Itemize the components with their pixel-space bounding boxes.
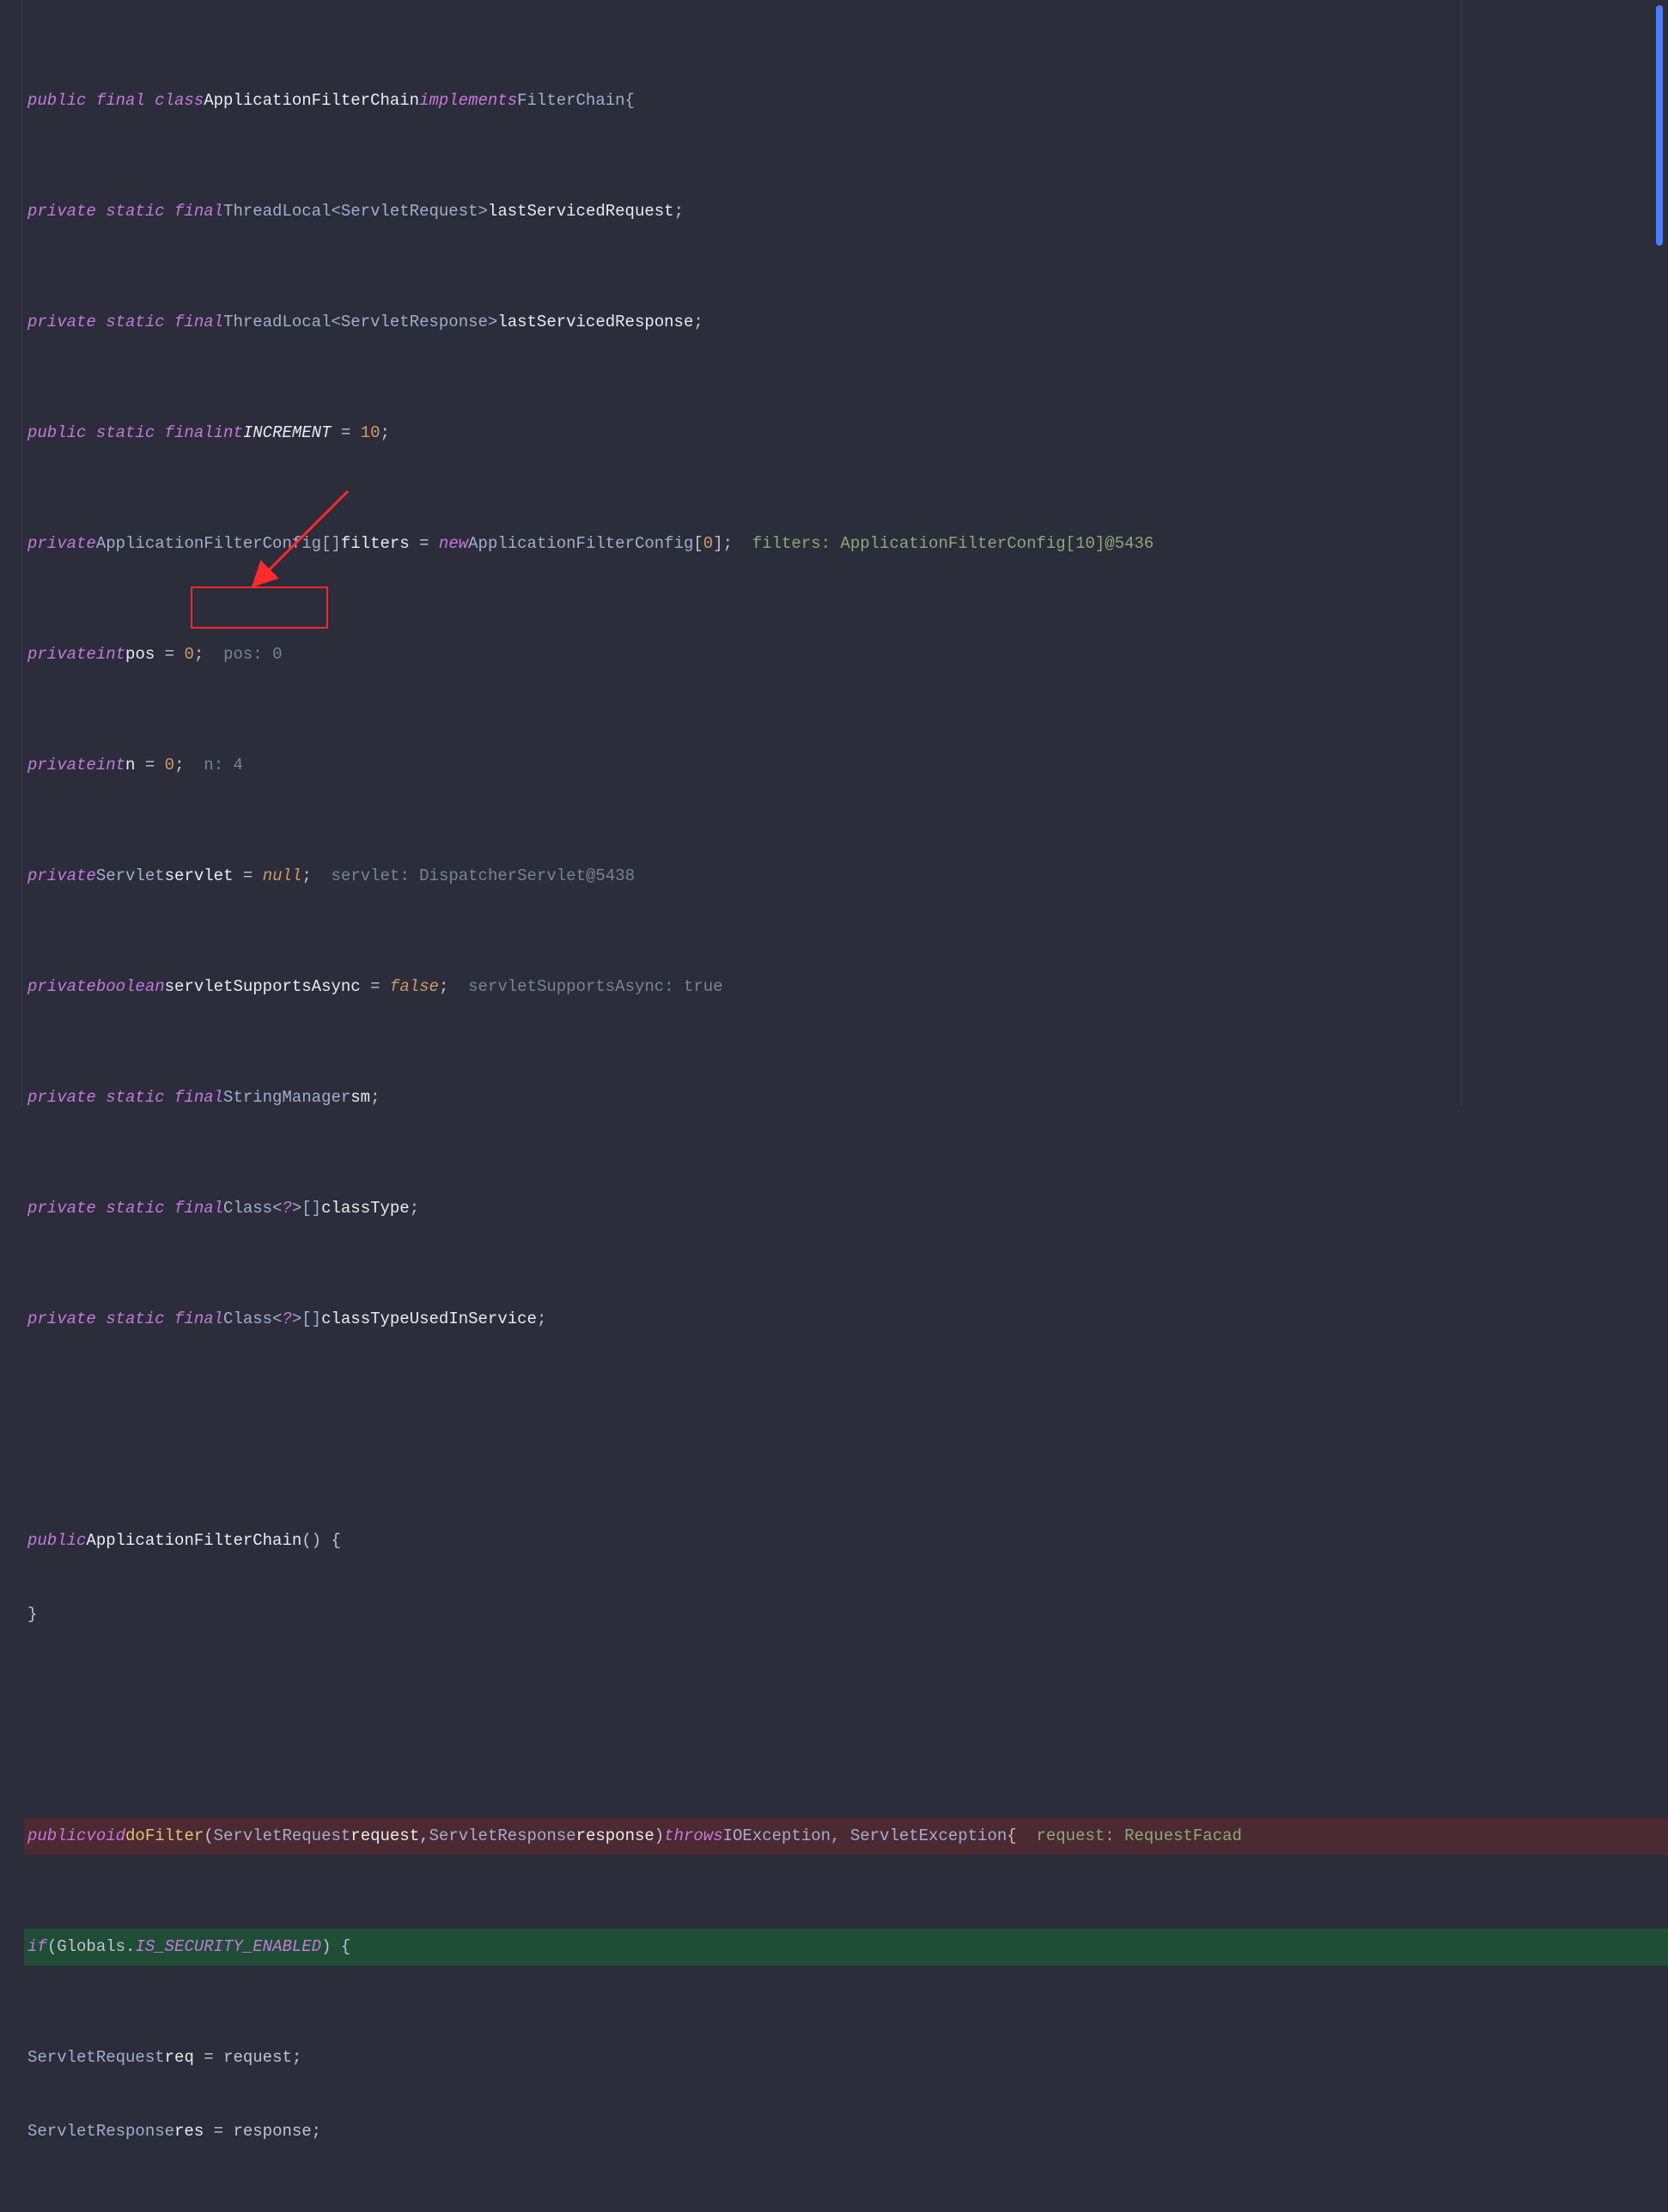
code-line[interactable]: ServletRequest req = request; — [24, 2039, 1668, 2076]
inline-value: servlet: DispatcherServlet@5438 — [312, 858, 635, 895]
code-line[interactable]: private ApplicationFilterConfig[] filter… — [24, 526, 1668, 562]
inline-value: filters: ApplicationFilterConfig[10]@543… — [733, 526, 1154, 562]
code-line[interactable]: private boolean servletSupportsAsync = f… — [24, 969, 1668, 1006]
code-line[interactable]: } — [24, 1596, 1668, 1633]
code-line-blank[interactable] — [24, 1412, 1668, 1449]
code-line[interactable]: public ApplicationFilterChain() { — [24, 1522, 1668, 1559]
code-line[interactable]: private static final ThreadLocal<Servlet… — [24, 193, 1668, 230]
inline-value: servletSupportsAsync: true — [448, 969, 722, 1006]
code-line[interactable]: private static final StringManager sm; — [24, 1079, 1668, 1116]
inline-value: n: 4 — [184, 747, 242, 784]
code-line[interactable]: public static final int INCREMENT = 10; — [24, 415, 1668, 452]
code-line[interactable]: public final class ApplicationFilterChai… — [24, 82, 1668, 119]
code-line[interactable]: private static final Class<?>[] classTyp… — [24, 1301, 1668, 1338]
execution-line[interactable]: if (Globals.IS_SECURITY_ENABLED) { — [24, 1929, 1668, 1966]
inline-value: request: RequestFacad — [1017, 1818, 1242, 1855]
code-line[interactable]: private int pos = 0; pos: 0 — [24, 636, 1668, 673]
code-line[interactable]: private static final ThreadLocal<Servlet… — [24, 304, 1668, 341]
inline-value: pos: 0 — [204, 636, 282, 673]
breakpoint-line[interactable]: public void doFilter(ServletRequest requ… — [24, 1818, 1668, 1855]
code-line[interactable]: private Servlet servlet = null; servlet:… — [24, 858, 1668, 895]
code-line[interactable]: private static final Class<?>[] classTyp… — [24, 1190, 1668, 1227]
code-line[interactable]: private int n = 0; n: 4 — [24, 747, 1668, 784]
code-line[interactable]: ServletResponse res = response; — [24, 2113, 1668, 2150]
code-line-blank[interactable] — [24, 1707, 1668, 1744]
code-editor[interactable]: public final class ApplicationFilterChai… — [0, 0, 1668, 2212]
